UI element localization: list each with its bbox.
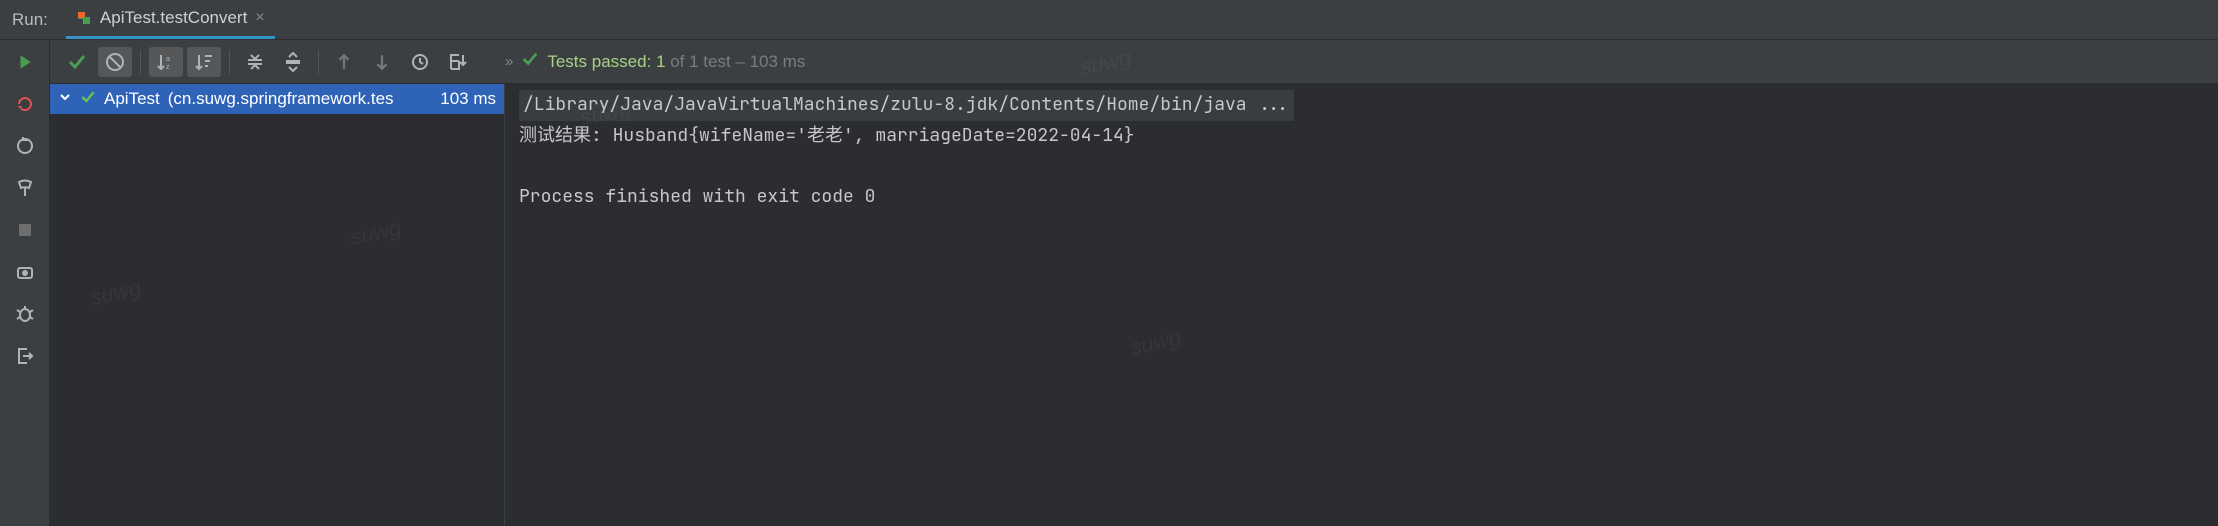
run-button[interactable] [11,48,39,76]
stop-button[interactable] [11,216,39,244]
console-exit-line: Process finished with exit code 0 [519,182,2204,213]
test-history-button[interactable] [403,47,437,77]
content-column: az [50,40,2218,526]
collapse-all-button[interactable] [276,47,310,77]
separator [318,50,319,74]
sort-button[interactable]: az [149,47,183,77]
settings-icon[interactable] [11,174,39,202]
show-passed-button[interactable] [60,47,94,77]
test-duration: 103 ms [432,89,504,109]
exit-icon[interactable] [11,342,39,370]
tests-total-text: of 1 test – 103 ms [665,52,805,71]
tab-title: ApiTest.testConvert [100,8,247,28]
left-gutter [0,40,50,526]
svg-text:a: a [166,56,170,63]
test-toolbar: az [50,40,2218,84]
rerun-failed-button[interactable] [11,90,39,118]
debug-icon[interactable] [11,300,39,328]
expand-all-button[interactable] [238,47,272,77]
chevron-down-icon[interactable] [58,89,72,109]
test-tree-panel[interactable]: ApiTest (cn.suwg.springframework.tes 103… [50,84,505,526]
import-test-results-button[interactable] [441,47,475,77]
previous-failed-button[interactable] [327,47,361,77]
console-command-line: /Library/Java/JavaVirtualMachines/zulu-8… [519,90,1294,121]
next-failed-button[interactable] [365,47,399,77]
test-tree-row[interactable]: ApiTest (cn.suwg.springframework.tes 103… [50,84,504,114]
run-tab-bar: Run: ApiTest.testConvert × [0,0,2218,40]
separator [229,50,230,74]
test-status: » Tests passed: 1 of 1 test – 103 ms [505,50,805,73]
svg-text:z: z [166,64,170,71]
chevron-icon: » [505,53,513,70]
run-tab[interactable]: ApiTest.testConvert × [66,0,275,39]
sort-by-duration-button[interactable] [187,47,221,77]
junit-icon [76,10,92,26]
run-label: Run: [12,10,48,30]
tests-passed-text: Tests passed: 1 [547,52,665,71]
test-class-name: ApiTest [104,89,160,109]
check-icon [521,50,539,73]
show-ignored-button[interactable] [98,47,132,77]
console-output[interactable]: /Library/Java/JavaVirtualMachines/zulu-8… [505,84,2218,526]
main-row: az [0,40,2218,526]
check-icon [80,89,96,110]
close-icon[interactable]: × [255,9,264,27]
dump-threads-button[interactable] [11,258,39,286]
toggle-auto-test-button[interactable] [11,132,39,160]
console-result-line: 测试结果: Husband{wifeName='老老', marriageDat… [519,121,2204,152]
separator [140,50,141,74]
panels-row: ApiTest (cn.suwg.springframework.tes 103… [50,84,2218,526]
console-blank-line [519,151,2204,182]
test-package-name: (cn.suwg.springframework.tes [168,89,425,109]
